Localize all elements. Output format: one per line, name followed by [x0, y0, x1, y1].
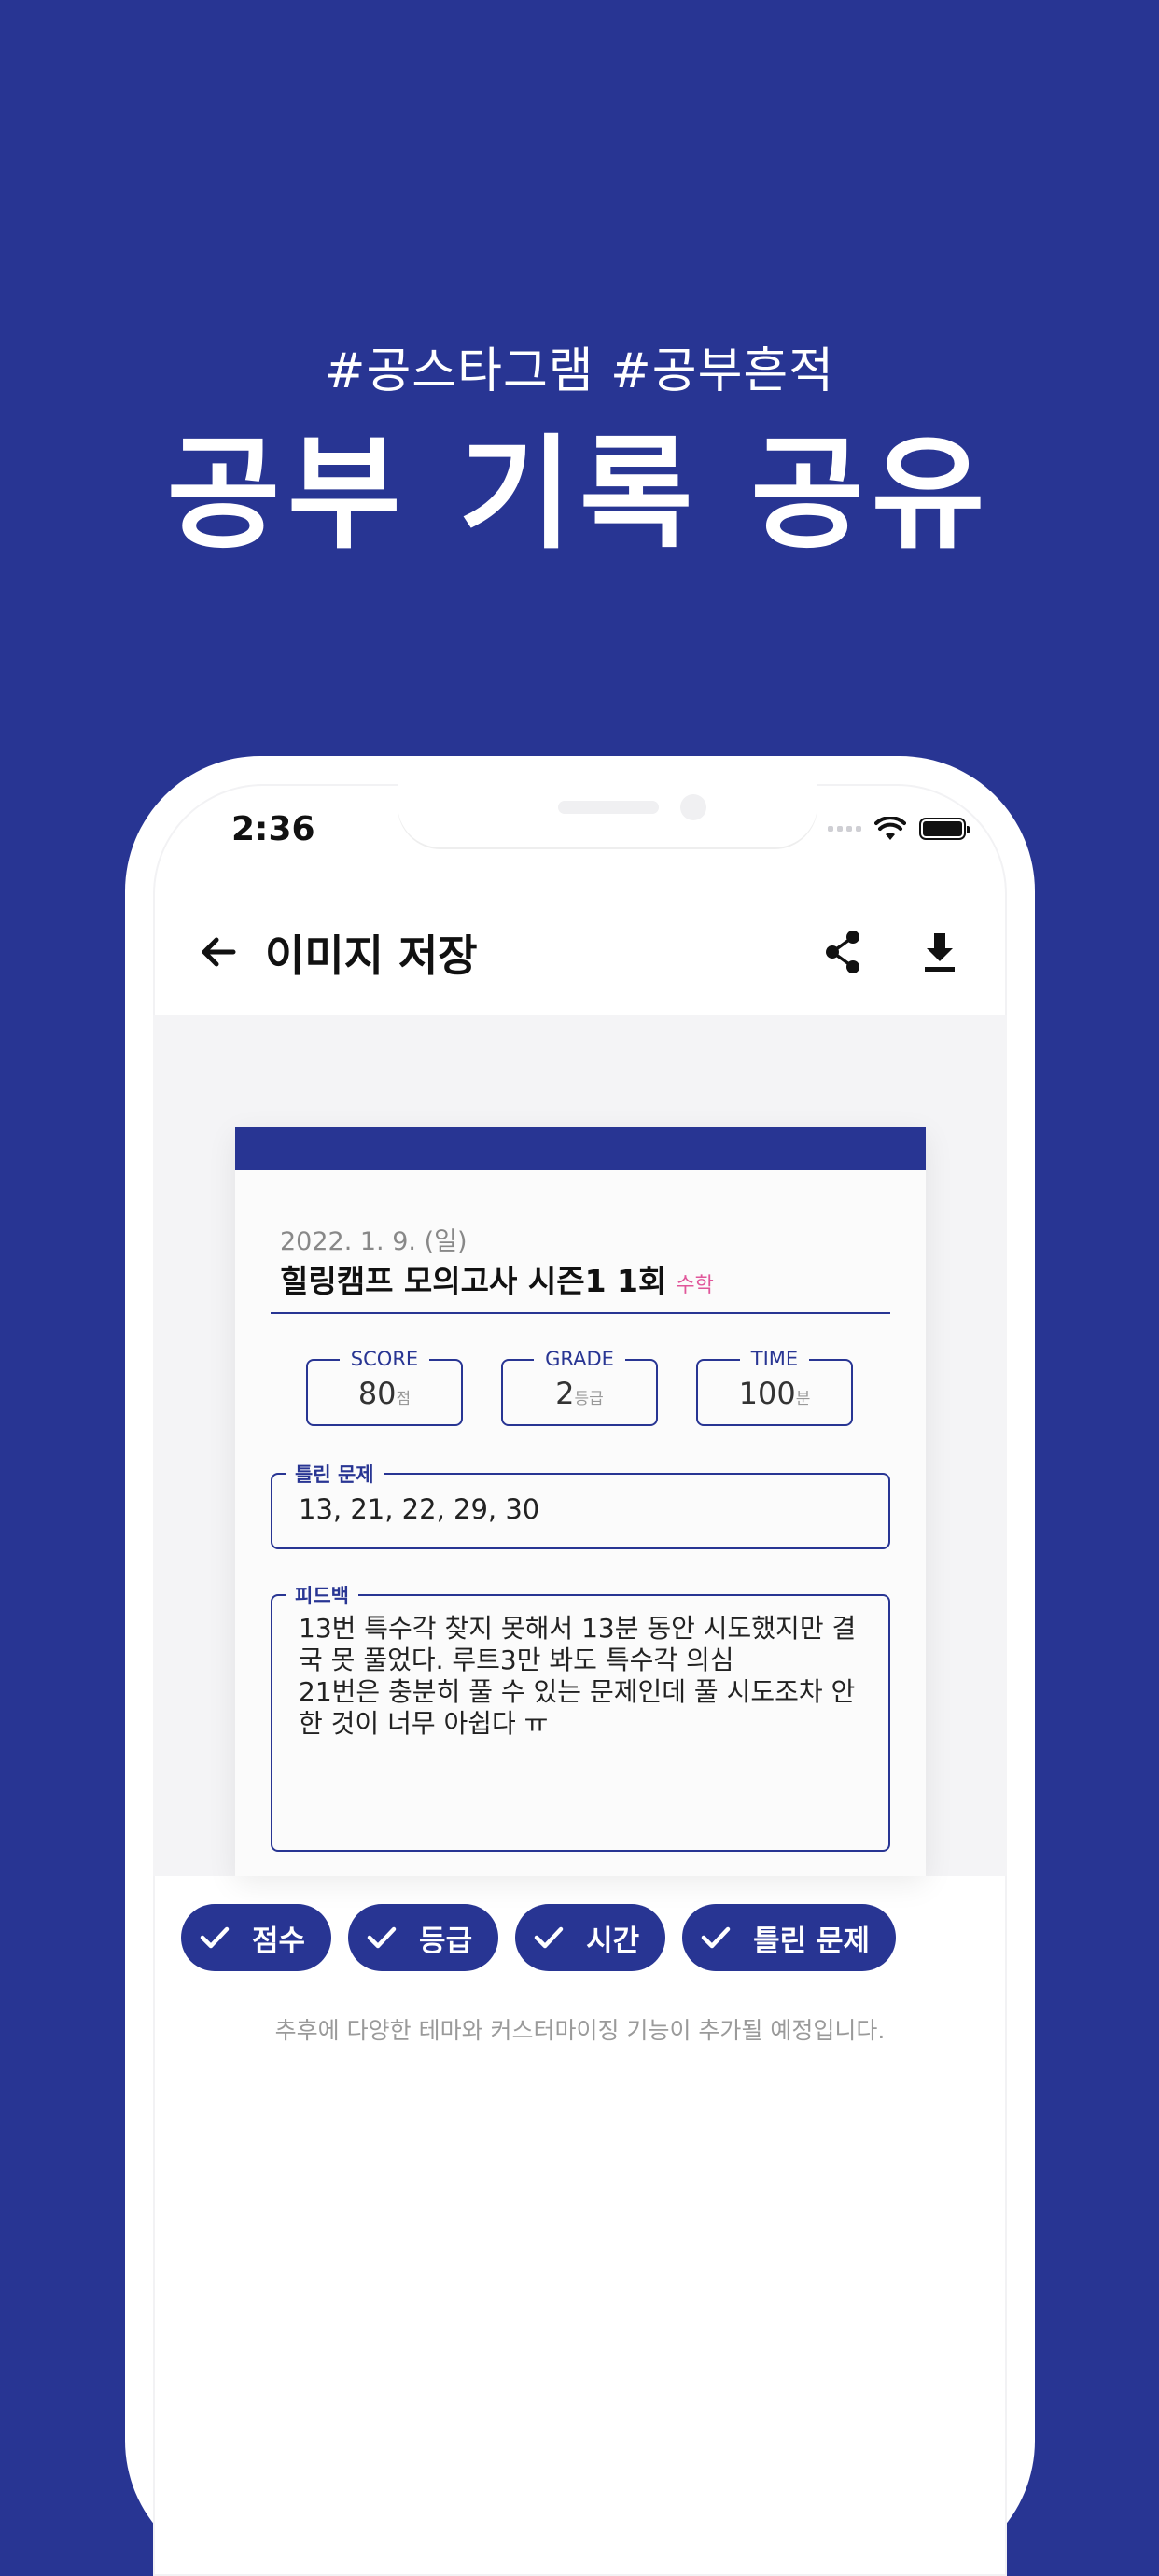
status-icons [828, 812, 970, 846]
share-icon[interactable] [817, 926, 870, 978]
phone-frame: 2:36 이미지 저장 2022. 1. 9. (일) 힐링캠프 모의고사 시즌… [125, 756, 1035, 2576]
check-icon [534, 1926, 564, 1949]
phone-screen: 2:36 이미지 저장 2022. 1. 9. (일) 힐링캠프 모의고사 시즌… [153, 784, 1007, 2576]
promo-subtitle: #공스타그램 #공부흔적 [324, 343, 835, 399]
download-icon[interactable] [914, 926, 966, 978]
score-label: SCORE [339, 1348, 430, 1370]
grade-value: 2 [555, 1376, 575, 1411]
speaker [558, 801, 659, 814]
phone-notch [398, 784, 817, 847]
back-arrow-icon[interactable] [192, 926, 244, 978]
time-box: TIME 100분 [696, 1348, 853, 1426]
exam-title-text: 힐링캠프 모의고사 시즌1 1회 [280, 1263, 667, 1299]
feedback-value: 13번 특수각 찾지 못해서 13분 동안 시도했지만 결 국 못 풀었다. 루… [299, 1613, 857, 1739]
feedback-label: 피드백 [286, 1581, 358, 1609]
chip-label: 시간 [586, 1924, 640, 1958]
coming-soon-note: 추후에 다양한 테마와 커스터마이징 기능이 추가될 예정입니다. [274, 2017, 886, 2044]
promo-title: 공부 기록 공유 [166, 423, 993, 567]
toggle-grade-chip[interactable]: 등급 [348, 1904, 499, 1971]
subject-tag: 수학 [676, 1274, 714, 1297]
card-divider [271, 1312, 890, 1314]
time-unit: 분 [795, 1390, 811, 1408]
chip-label: 등급 [419, 1924, 473, 1958]
wrong-answers-value: 13, 21, 22, 29, 30 [299, 1493, 540, 1525]
grade-box: GRADE 2등급 [501, 1348, 658, 1426]
wifi-icon [874, 817, 906, 840]
exam-title: 힐링캠프 모의고사 시즌1 1회 수학 [280, 1256, 714, 1301]
toggle-score-chip[interactable]: 점수 [181, 1904, 332, 1971]
time-label: TIME [739, 1348, 810, 1370]
check-icon [367, 1926, 397, 1949]
feedback-field: 피드백 13번 특수각 찾지 못해서 13분 동안 시도했지만 결 국 못 풀었… [271, 1581, 890, 1852]
score-unit: 점 [396, 1390, 412, 1408]
card-date: 2022. 1. 9. (일) [280, 1227, 468, 1256]
wrong-answers-label: 틀린 문제 [286, 1460, 384, 1488]
check-icon [701, 1926, 731, 1949]
card-header-bar [235, 1127, 926, 1170]
wrong-answers-field: 틀린 문제 13, 21, 22, 29, 30 [271, 1460, 890, 1549]
status-time: 2:36 [231, 810, 315, 848]
score-box: SCORE 80점 [306, 1348, 463, 1426]
image-preview-area: 2022. 1. 9. (일) 힐링캠프 모의고사 시즌1 1회 수학 SCORE… [153, 1015, 1007, 1876]
toggle-wrong-answers-chip[interactable]: 틀린 문제 [682, 1904, 897, 1971]
app-bar: 이미지 저장 [153, 896, 1007, 1008]
check-icon [200, 1926, 230, 1949]
grade-unit: 등급 [574, 1390, 604, 1408]
grade-label: GRADE [534, 1348, 625, 1370]
battery-icon [919, 818, 970, 840]
chip-label: 점수 [252, 1924, 306, 1958]
camera [680, 794, 706, 820]
signal-icon [828, 826, 861, 832]
time-value: 100 [738, 1376, 796, 1411]
page-title: 이미지 저장 [265, 931, 478, 981]
toggle-time-chip[interactable]: 시간 [515, 1904, 666, 1971]
record-card: 2022. 1. 9. (일) 힐링캠프 모의고사 시즌1 1회 수학 SCORE… [235, 1127, 926, 1876]
chip-label: 틀린 문제 [753, 1924, 871, 1958]
score-value: 80 [357, 1376, 397, 1411]
toggle-chips: 점수 등급 시간 틀린 문제 [181, 1904, 897, 1971]
